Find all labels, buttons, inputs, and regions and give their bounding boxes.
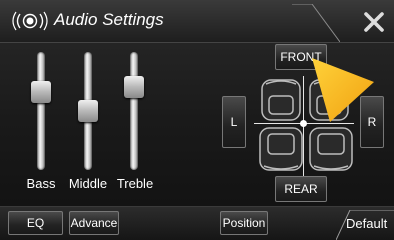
rear-button[interactable]: REAR: [275, 176, 327, 202]
bass-slider-knob[interactable]: [31, 81, 51, 103]
default-button[interactable]: Default: [346, 216, 387, 231]
middle-slider-knob[interactable]: [78, 100, 98, 122]
close-icon[interactable]: [362, 10, 386, 34]
title-bar: Audio Settings: [0, 0, 394, 43]
treble-slider-track: [130, 52, 138, 170]
left-button[interactable]: L: [222, 96, 246, 148]
treble-label: Treble: [116, 176, 154, 191]
bass-slider[interactable]: [31, 52, 51, 172]
audio-settings-screen: Audio Settings Bass Middle Treble FRONT …: [0, 0, 394, 240]
page-title: Audio Settings: [54, 10, 164, 29]
position-button[interactable]: Position: [220, 211, 268, 235]
treble-slider[interactable]: [124, 52, 144, 172]
eq-button[interactable]: EQ: [8, 211, 63, 235]
pointer-arrow-icon: [312, 58, 374, 122]
middle-slider[interactable]: [78, 52, 98, 172]
bass-slider-track: [37, 52, 45, 170]
treble-slider-knob[interactable]: [124, 76, 144, 98]
title-tab-decoration: [292, 4, 340, 42]
speaker-icon: [12, 11, 48, 31]
advance-button[interactable]: Advance: [69, 211, 119, 235]
